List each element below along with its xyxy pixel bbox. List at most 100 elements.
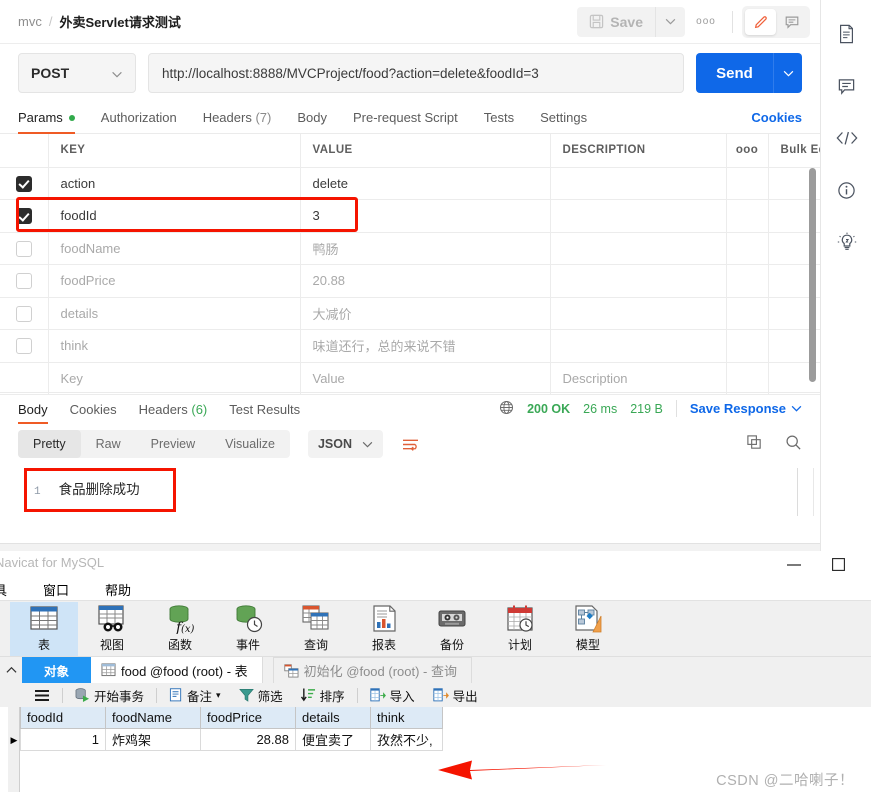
toolbar-button-query[interactable]: 查询 <box>282 602 350 656</box>
comment-button[interactable] <box>776 9 807 35</box>
response-body-area[interactable]: 1 食品删除成功 <box>0 464 820 540</box>
table-row[interactable]: foodName 鸭肠 <box>0 232 860 265</box>
response-tab-cookies[interactable]: Cookies <box>70 394 117 424</box>
row-checkbox-foodname[interactable] <box>0 232 49 265</box>
tab-body[interactable]: Body <box>297 110 327 133</box>
tab-params[interactable]: Params <box>18 110 75 134</box>
param-key-empty-input[interactable]: Key <box>48 362 301 395</box>
tab-authorization[interactable]: Authorization <box>101 110 177 133</box>
param-key-details[interactable]: details <box>48 297 301 330</box>
param-value-foodid[interactable]: 3 <box>300 199 551 233</box>
toolbar-button-table[interactable]: 表 <box>10 601 78 656</box>
param-description-think[interactable] <box>550 329 727 363</box>
toolbar-button-schedule[interactable]: 计划 <box>486 602 554 656</box>
param-value-action[interactable]: delete <box>300 167 551 200</box>
rail-tips-button[interactable] <box>821 216 871 268</box>
param-key-foodid[interactable]: foodId <box>48 199 301 233</box>
response-tab-body[interactable]: Body <box>18 394 48 424</box>
http-method-select[interactable]: POST <box>18 53 136 93</box>
view-mode-pretty[interactable]: Pretty <box>18 430 81 458</box>
collapse-panel-button[interactable] <box>0 657 22 683</box>
rail-code-button[interactable] <box>821 112 871 164</box>
tab-food-table[interactable]: food @food (root) - 表 <box>91 657 263 683</box>
table-row[interactable]: details 大减价 <box>0 297 860 330</box>
tab-objects[interactable]: 对象 <box>22 657 92 683</box>
param-description-foodname[interactable] <box>550 232 727 265</box>
tab-tests[interactable]: Tests <box>484 110 514 133</box>
breadcrumb-collection[interactable]: mvc <box>18 14 42 29</box>
param-description-action[interactable] <box>550 167 727 200</box>
param-value-think[interactable]: 味道还行，总的来说不错 <box>300 329 551 363</box>
maximize-button[interactable] <box>816 551 861 578</box>
cell-details[interactable]: 便宜卖了 <box>295 728 371 751</box>
row-checkbox-foodid[interactable] <box>0 199 49 233</box>
param-key-foodname[interactable]: foodName <box>48 232 301 265</box>
table-row[interactable]: think 味道还行，总的来说不错 <box>0 329 860 363</box>
wrap-lines-button[interactable] <box>397 431 423 457</box>
import-button[interactable]: 导入 <box>361 683 424 707</box>
tab-settings[interactable]: Settings <box>540 110 587 133</box>
more-actions-button[interactable]: ooo <box>689 7 723 37</box>
row-checkbox-details[interactable] <box>0 297 49 330</box>
response-body-scrollbar-track[interactable] <box>797 468 798 516</box>
save-button[interactable]: Save <box>577 6 655 37</box>
cell-think[interactable]: 孜然不少, <box>370 728 443 751</box>
param-key-foodprice[interactable]: foodPrice <box>48 264 301 298</box>
save-dropdown-button[interactable] <box>655 6 685 37</box>
search-button[interactable] <box>785 434 802 454</box>
begin-transaction-button[interactable]: 开始事务 <box>66 683 153 707</box>
params-header-more-button[interactable]: ooo <box>726 134 769 168</box>
response-tab-test-results[interactable]: Test Results <box>229 394 300 424</box>
minimize-button[interactable] <box>771 551 816 578</box>
grid-col-foodname[interactable]: foodName <box>105 707 201 729</box>
row-checkbox-action[interactable] <box>0 167 49 200</box>
cookies-link[interactable]: Cookies <box>751 110 802 133</box>
param-value-foodprice[interactable]: 20.88 <box>300 264 551 298</box>
grid-col-think[interactable]: think <box>370 707 443 729</box>
param-key-action[interactable]: action <box>48 167 301 200</box>
response-body-scrollbar-track-outer[interactable] <box>813 468 814 516</box>
tab-headers[interactable]: Headers (7) <box>203 110 272 133</box>
toolbar-button-report[interactable]: 报表 <box>350 602 418 656</box>
view-mode-preview[interactable]: Preview <box>136 430 210 458</box>
view-mode-visualize[interactable]: Visualize <box>210 430 290 458</box>
toolbar-button-backup[interactable]: 备份 <box>418 602 486 656</box>
view-mode-raw[interactable]: Raw <box>81 430 136 458</box>
toolbar-button-function[interactable]: f (x) 函数 <box>146 602 214 656</box>
toolbar-button-view[interactable]: 视图 <box>78 602 146 656</box>
rail-comments-button[interactable] <box>821 60 871 112</box>
filter-button[interactable]: 筛选 <box>230 683 292 707</box>
param-value-empty-input[interactable]: Value <box>300 362 551 395</box>
rail-info-button[interactable] <box>821 164 871 216</box>
grid-menu-button[interactable] <box>25 683 59 707</box>
send-dropdown-button[interactable] <box>773 53 802 93</box>
save-response-button[interactable]: Save Response <box>690 401 802 416</box>
request-url-input[interactable]: http://localhost:8888/MVCProject/food?ac… <box>148 53 684 93</box>
breadcrumb-request-name[interactable]: 外卖Servlet请求测试 <box>59 12 180 31</box>
response-tab-headers[interactable]: Headers (6) <box>139 394 208 424</box>
param-description-details[interactable] <box>550 297 727 330</box>
table-row[interactable]: foodPrice 20.88 <box>0 264 860 298</box>
toolbar-button-model[interactable]: 模型 <box>554 602 622 656</box>
export-button[interactable]: 导出 <box>424 683 487 707</box>
cell-foodprice[interactable]: 28.88 <box>200 728 296 751</box>
row-checkbox-foodprice[interactable] <box>0 264 49 298</box>
param-description-foodprice[interactable] <box>550 264 727 298</box>
cell-foodname[interactable]: 炸鸡架 <box>105 728 201 751</box>
table-row-empty[interactable]: Key Value Description <box>0 362 860 395</box>
param-description-empty-input[interactable]: Description <box>550 362 727 395</box>
param-value-foodname[interactable]: 鸭肠 <box>300 232 551 265</box>
params-table-scrollbar[interactable] <box>809 168 816 382</box>
tab-pre-request-script[interactable]: Pre-request Script <box>353 110 458 133</box>
sort-button[interactable]: 排序 <box>292 683 354 707</box>
table-row[interactable]: foodId 3 <box>0 199 860 233</box>
grid-col-foodprice[interactable]: foodPrice <box>200 707 296 729</box>
menu-item-help[interactable]: 帮助 <box>105 580 131 599</box>
menu-item-window[interactable]: 窗口 <box>43 580 69 599</box>
param-description-foodid[interactable] <box>550 199 727 233</box>
grid-col-details[interactable]: details <box>295 707 371 729</box>
table-row[interactable]: action delete <box>0 167 860 200</box>
copy-button[interactable] <box>746 434 763 454</box>
tab-init-query[interactable]: 初始化 @food (root) - 查询 <box>272 657 472 683</box>
edit-mode-button[interactable] <box>745 8 776 35</box>
